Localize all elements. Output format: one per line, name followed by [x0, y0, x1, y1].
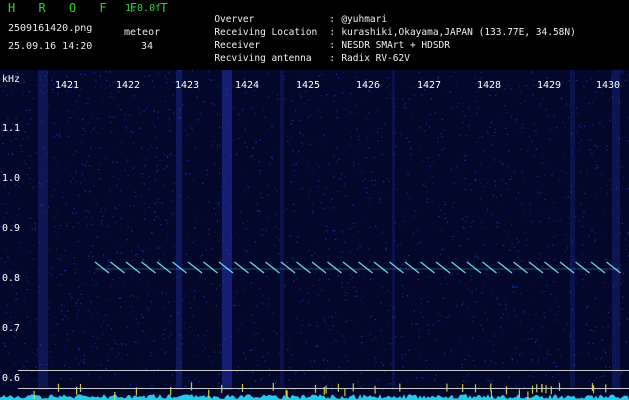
reference-line: [18, 370, 629, 371]
y-axis-unit: kHz: [2, 74, 21, 85]
y-label: 1.1: [2, 123, 21, 134]
meteor-count: 34: [141, 41, 154, 52]
header-panel: H R O F F T 1.0.0f 2509161420.png 25.09.…: [0, 0, 629, 70]
y-label: 0.9: [2, 223, 21, 234]
time-label: 1427: [417, 80, 442, 91]
spectrogram-canvas: [0, 70, 629, 400]
datetime: 25.09.16 14:20: [8, 41, 93, 52]
spectrogram: kHz 1.1 1.0 0.9 0.8 0.7 0.6 1421 1422 14…: [0, 70, 629, 400]
meteor-label: meteor: [124, 27, 161, 38]
time-label: 1429: [537, 80, 562, 91]
time-label: 1421: [55, 80, 80, 91]
time-label: 1428: [477, 80, 502, 91]
time-label: 1424: [235, 80, 260, 91]
info-value: Radix RV-62V: [341, 53, 410, 64]
time-label: 1423: [175, 80, 200, 91]
time-label: 1425: [296, 80, 321, 91]
time-label: 1426: [356, 80, 381, 91]
y-label: 0.6: [2, 373, 21, 384]
y-label: 0.7: [2, 323, 21, 334]
info-key: Recviving antenna: [214, 53, 312, 64]
hroffft-screen: H R O F F T 1.0.0f 2509161420.png 25.09.…: [0, 0, 629, 400]
time-label: 1430: [596, 80, 621, 91]
filename: 2509161420.png: [8, 23, 93, 34]
time-label: 1422: [116, 80, 141, 91]
reference-line: [18, 388, 629, 389]
y-label: 0.8: [2, 273, 21, 284]
app-version: 1.0.0f: [125, 3, 162, 14]
y-label: 1.0: [2, 173, 21, 184]
